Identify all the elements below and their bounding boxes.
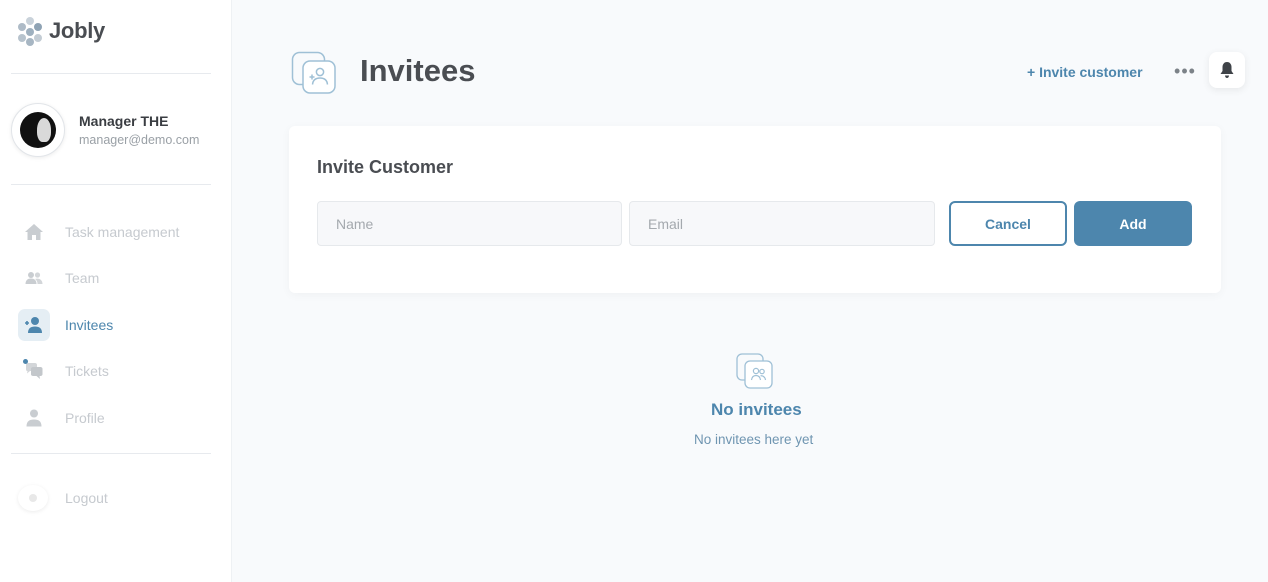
empty-state-subtitle: No invitees here yet (694, 432, 814, 447)
sidebar-item-tickets[interactable]: Tickets (18, 355, 179, 388)
divider (11, 73, 211, 74)
logout-button[interactable]: Logout (18, 481, 108, 514)
empty-state-title: No invitees (711, 400, 802, 419)
user-profile[interactable]: Manager THE manager@demo.com (11, 103, 199, 157)
sidebar-item-label: Tickets (65, 363, 109, 379)
card-title: Invite Customer (317, 157, 454, 177)
divider (11, 453, 211, 454)
brand-name: Jobly (49, 18, 105, 43)
name-input[interactable] (317, 201, 622, 246)
add-button[interactable]: Add (1074, 201, 1192, 246)
more-dots-icon: ••• (1174, 60, 1196, 81)
notification-dot (23, 359, 28, 364)
empty-invitees-icon (736, 353, 774, 390)
logout-label: Logout (65, 489, 108, 506)
brand-logo-icon (18, 17, 44, 46)
sidebar-item-label: Task management (65, 223, 180, 240)
user-email: manager@demo.com (79, 133, 200, 147)
avatar (11, 103, 65, 157)
more-options-button[interactable]: ••• (1172, 60, 1198, 82)
notifications-button[interactable] (1209, 52, 1245, 88)
sidebar-nav: Task management Team Invitees Tickets Pr… (18, 215, 179, 448)
invite-customer-link[interactable]: + Invite customer (1027, 64, 1143, 80)
email-field[interactable] (629, 201, 935, 246)
sidebar-item-team[interactable]: Team (18, 262, 179, 295)
sidebar-item-profile[interactable]: Profile (18, 401, 179, 434)
sidebar-item-label: Team (65, 270, 100, 286)
invite-customer-card: Invite Customer Cancel Add (289, 126, 1221, 293)
sidebar-item-task-management[interactable]: Task management (18, 215, 179, 248)
page-title: Invitees (360, 53, 476, 88)
team-icon (18, 262, 50, 294)
bell-icon (1220, 62, 1234, 78)
sidebar-item-invitees[interactable]: Invitees (18, 308, 179, 341)
logout-icon (18, 484, 48, 511)
invitees-page-icon (291, 51, 337, 95)
person-icon (18, 402, 50, 434)
home-icon (18, 216, 50, 248)
divider (11, 184, 211, 185)
add-user-icon (18, 308, 50, 341)
sidebar-item-label: Invitees (65, 316, 114, 333)
sidebar: Jobly Manager THE manager@demo.com Task … (0, 0, 232, 582)
sidebar-item-label: Profile (65, 409, 105, 426)
brand[interactable]: Jobly (18, 17, 105, 46)
user-name: Manager THE (79, 113, 169, 129)
cancel-button[interactable]: Cancel (949, 201, 1067, 246)
chat-bubbles-icon (18, 355, 50, 387)
